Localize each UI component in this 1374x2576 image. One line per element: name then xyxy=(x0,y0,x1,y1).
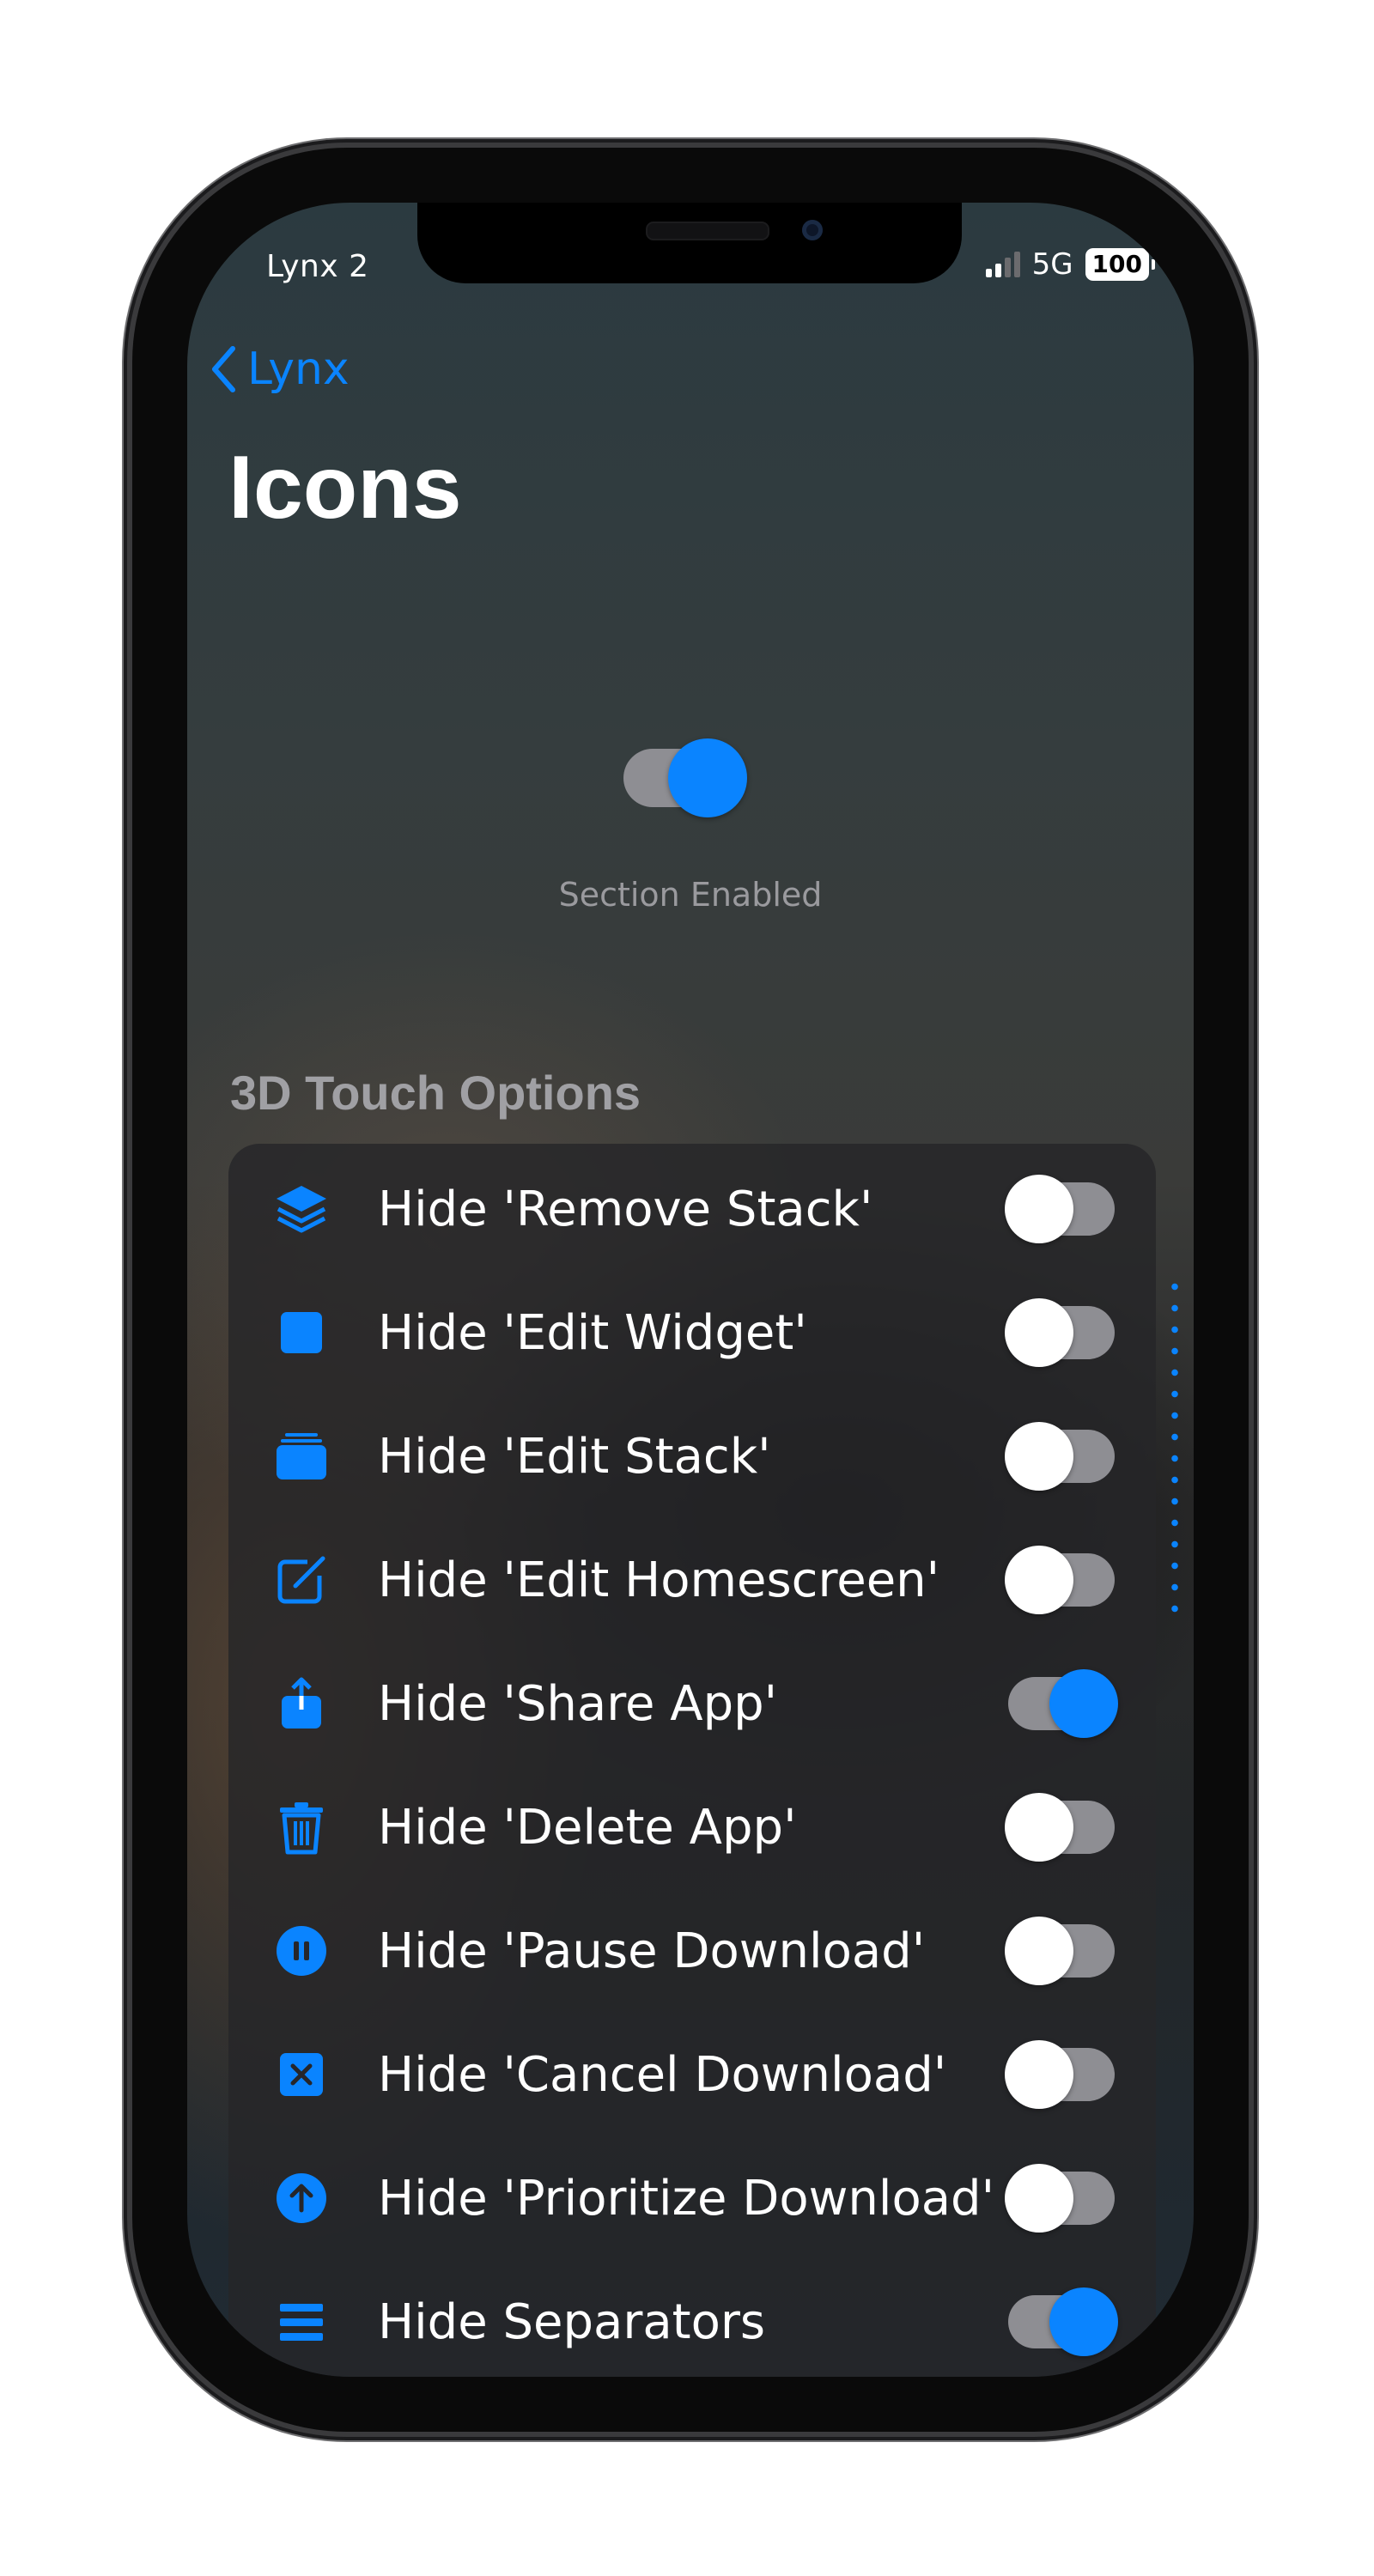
list-item[interactable]: Hide 'Cancel Download' xyxy=(228,2013,1156,2136)
toggle-switch[interactable] xyxy=(1005,1298,1115,1367)
toggle-switch[interactable] xyxy=(1005,1917,1115,1985)
status-icons: 5G 100 xyxy=(985,247,1156,282)
stack-layers-icon xyxy=(271,1179,331,1239)
list-item[interactable]: Hide 'Share App' xyxy=(228,1642,1156,1765)
list-item-label: Hide 'Prioritize Download' xyxy=(378,2170,994,2227)
section-enabled-toggle[interactable] xyxy=(623,738,747,817)
speaker-grille xyxy=(646,222,769,240)
toggle-switch[interactable] xyxy=(1005,1546,1115,1614)
toggle-knob xyxy=(1005,1175,1073,1243)
list-item[interactable]: Hide 'Edit Homescreen' xyxy=(228,1518,1156,1642)
toggle-switch[interactable] xyxy=(1008,1669,1118,1738)
toggle-knob xyxy=(1005,1298,1073,1367)
phone-screen: Lynx 2 5G 100 Lynx Icons Section Enabled… xyxy=(187,203,1194,2377)
toggle-knob xyxy=(1005,1917,1073,1985)
toggle-knob xyxy=(1005,1793,1073,1862)
network-type: 5G xyxy=(1031,247,1073,282)
toggle-switch[interactable] xyxy=(1005,2164,1115,2233)
share-icon xyxy=(271,1674,331,1734)
notch xyxy=(417,203,962,283)
stacked-cards-icon xyxy=(271,1426,331,1486)
list-item[interactable]: Hide 'Edit Stack' xyxy=(228,1394,1156,1518)
signal-strength-icon xyxy=(985,252,1020,277)
toggle-knob xyxy=(1005,2164,1073,2233)
list-item-label: Hide 'Delete App' xyxy=(378,1799,797,1856)
toggle-switch[interactable] xyxy=(1005,1422,1115,1491)
front-camera xyxy=(802,220,823,240)
back-label: Lynx xyxy=(247,343,350,395)
toggle-switch[interactable] xyxy=(1005,1793,1115,1862)
status-carrier: Lynx 2 xyxy=(266,249,369,284)
battery-level: 100 xyxy=(1091,250,1142,278)
trash-icon xyxy=(271,1797,331,1857)
toggle-knob xyxy=(1005,1546,1073,1614)
toggle-knob xyxy=(668,738,747,817)
group-header: 3D Touch Options xyxy=(230,1066,641,1120)
toggle-knob xyxy=(1049,2287,1118,2356)
square-icon xyxy=(271,1303,331,1363)
list-item-label: Hide 'Cancel Download' xyxy=(378,2046,947,2103)
toggle-switch[interactable] xyxy=(1005,1175,1115,1243)
square-pencil-icon xyxy=(271,1550,331,1610)
list-item[interactable]: Hide 'Edit Widget' xyxy=(228,1271,1156,1394)
xmark-square-icon xyxy=(271,2044,331,2105)
toggle-knob xyxy=(1005,2040,1073,2109)
page-title: Icons xyxy=(228,438,462,538)
list-item[interactable]: Hide 'Prioritize Download' xyxy=(228,2136,1156,2260)
scroll-indicator[interactable] xyxy=(1171,1276,1178,1619)
back-button[interactable]: Lynx xyxy=(210,343,350,395)
list-item-label: Hide 'Edit Homescreen' xyxy=(378,1552,940,1608)
list-item[interactable]: Hide 'Remove Stack' xyxy=(228,1147,1156,1271)
list-item-label: Hide 'Edit Stack' xyxy=(378,1428,771,1485)
battery-icon: 100 xyxy=(1085,248,1156,281)
power-button xyxy=(1247,732,1259,1005)
list-item[interactable]: Hide 'Delete App' xyxy=(228,1765,1156,1889)
list-item[interactable]: Hide Separators xyxy=(228,2260,1156,2377)
list-item-label: Hide 'Edit Widget' xyxy=(378,1304,807,1361)
separators-icon xyxy=(271,2292,331,2352)
list-item-label: Hide 'Share App' xyxy=(378,1675,778,1732)
toggle-switch[interactable] xyxy=(1005,2040,1115,2109)
arrow-up-circle-icon xyxy=(271,2168,331,2228)
list-item-label: Hide Separators xyxy=(378,2293,766,2350)
list-item-label: Hide 'Remove Stack' xyxy=(378,1181,873,1237)
toggle-knob xyxy=(1005,1422,1073,1491)
section-enabled-label: Section Enabled xyxy=(558,876,823,914)
list-item-label: Hide 'Pause Download' xyxy=(378,1923,926,1979)
toggle-switch[interactable] xyxy=(1008,2287,1118,2356)
pause-circle-icon xyxy=(271,1921,331,1981)
toggle-knob xyxy=(1049,1669,1118,1738)
chevron-left-icon xyxy=(212,346,235,392)
list-item[interactable]: Hide 'Pause Download' xyxy=(228,1889,1156,2013)
options-list: Hide 'Remove Stack' Hide 'Edit Widget' H… xyxy=(228,1144,1156,2377)
